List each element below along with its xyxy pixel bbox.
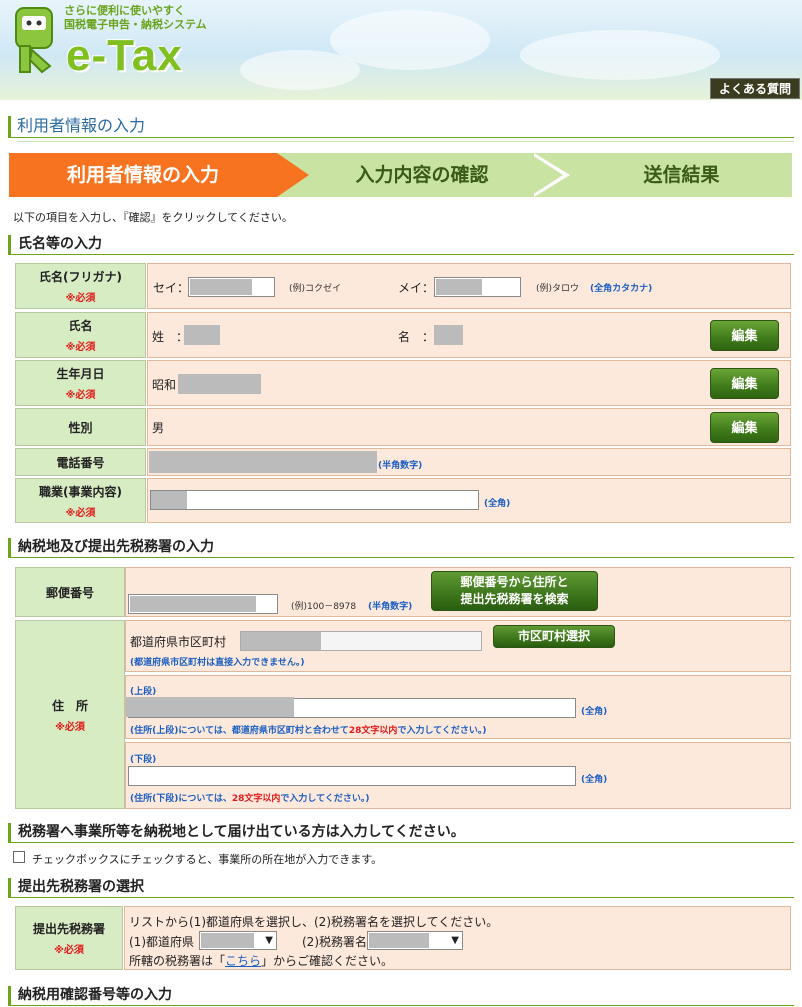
faq-button[interactable]: よくある質問 — [710, 78, 800, 99]
site-header: さらに便利に使いやすく 国税電子申告・納税システム e-Tax よくある質問 — [0, 0, 802, 100]
redacted-given-name — [434, 325, 463, 345]
section-heading-confirm: 納税用確認番号等の入力 — [8, 986, 794, 1006]
edit-name-button[interactable]: 編集 — [710, 320, 779, 351]
instruction-text: 以下の項目を入力し、『確認』をクリックしてください。 — [13, 211, 293, 224]
sei-label: セイ： — [153, 281, 190, 295]
postal-example: (例)100－8978 — [291, 602, 357, 612]
etax-mascot-logo — [15, 7, 53, 74]
label-occupation: 職業(事業内容) ※必須 — [15, 478, 146, 523]
redacted-office-select — [369, 933, 429, 948]
label-address: 住 所 ※必須 — [15, 620, 125, 809]
label-birthdate: 生年月日 ※必須 — [15, 360, 146, 406]
edit-birthdate-button[interactable]: 編集 — [710, 368, 779, 399]
redacted-address-upper — [126, 697, 294, 717]
chevron-down-icon: ▼ — [265, 935, 273, 946]
phone-note: (半角数字) — [378, 461, 423, 471]
section-heading-tax-office: 提出先税務署の選択 — [8, 878, 794, 898]
page-title: 利用者情報の入力 — [8, 116, 794, 142]
etax-logo-text: e-Tax — [66, 31, 183, 80]
address-upper-limit-note: (住所(上段)については、都道府県市区町村と合わせて28文字以内で入力してくださ… — [130, 726, 487, 736]
given-name-label: 名 ： — [398, 330, 435, 344]
gender-value: 男 — [152, 421, 165, 435]
office-checkbox-label: チェックボックスにチェックすると、事業所の所在地が入力できます。 — [32, 853, 383, 866]
label-tax-office: 提出先税務署 ※必須 — [15, 906, 123, 970]
pref-city-label: 都道府県市区町村 — [130, 635, 227, 649]
redacted-postal-code — [130, 596, 256, 612]
address-lower-label: (下段) — [130, 755, 157, 765]
surname-label: 姓 ： — [152, 330, 189, 344]
step-input-current: 利用者情報の入力 — [9, 153, 277, 197]
header-tagline: さらに便利に使いやすく 国税電子申告・納税システム — [64, 4, 207, 31]
jurisdiction-note: 所轄の税務署は「こちら」からご確認ください。 — [129, 954, 394, 968]
pref-city-note: (都道府県市区町村は直接入力できません。) — [130, 658, 305, 668]
chevron-down-icon: ▼ — [451, 935, 459, 946]
section-heading-name: 氏名等の入力 — [8, 235, 794, 255]
label-name: 氏名 ※必須 — [15, 312, 146, 358]
name-row — [147, 312, 791, 358]
redacted-mei — [436, 279, 482, 295]
section-heading-office: 税務署へ事業所等を納税地として届け出ている方は入力してください。 — [8, 823, 794, 843]
redacted-surname — [184, 325, 220, 345]
progress-steps: 入力内容の確認 送信結果 利用者情報の入力 — [9, 153, 792, 197]
office-checkbox[interactable] — [13, 851, 25, 863]
mei-label: メイ： — [398, 281, 435, 295]
city-select-button[interactable]: 市区町村選択 — [493, 625, 615, 648]
label-gender: 性別 — [15, 408, 146, 446]
edit-gender-button[interactable]: 編集 — [710, 412, 779, 443]
office-select-label: (2)税務署名 — [302, 935, 367, 949]
occupation-note: (全角) — [484, 499, 511, 509]
address-lower-input[interactable] — [128, 766, 576, 786]
redacted-pref-city — [241, 632, 321, 650]
birth-era: 昭和 — [152, 378, 177, 392]
tax-office-instruction: リストから(1)都道府県を選択し、(2)税務署名を選択してください。 — [129, 915, 499, 929]
redacted-occupation — [151, 491, 187, 509]
address-upper-label: (上段) — [130, 687, 157, 697]
address-upper-note: (全角) — [581, 707, 608, 717]
step-result: 送信結果 — [547, 153, 792, 197]
step-arrow-1-outline — [283, 153, 313, 197]
kana-note: (全角カタカナ) — [590, 284, 653, 294]
address-lower-note: (全角) — [581, 775, 608, 785]
redacted-phone-inputs[interactable] — [149, 451, 377, 473]
redacted-sei — [190, 279, 252, 295]
pref-select-label: (1)都道府県 — [129, 935, 194, 949]
postal-search-button[interactable]: 郵便番号から住所と 提出先税務署を検索 — [431, 571, 598, 611]
gender-row — [147, 408, 791, 446]
sei-example: (例)コクゼイ — [289, 284, 342, 294]
mei-example: (例)タロウ — [536, 284, 580, 294]
label-phone: 電話番号 — [15, 448, 146, 476]
section-heading-address: 納税地及び提出先税務署の入力 — [8, 538, 794, 558]
step-confirm: 入力内容の確認 — [277, 153, 547, 197]
postal-note: (半角数字) — [368, 602, 413, 612]
occupation-input[interactable] — [150, 490, 479, 510]
step-arrow-2-fill — [529, 153, 563, 197]
redacted-pref-select — [201, 933, 254, 948]
redacted-birthdate — [178, 374, 261, 394]
label-postal-code: 郵便番号 — [15, 567, 125, 617]
label-kana: 氏名(フリガナ) ※必須 — [15, 263, 146, 309]
jurisdiction-link[interactable]: こちら — [225, 954, 261, 968]
address-lower-limit-note: (住所(下段)については、28文字以内で入力してください。) — [130, 794, 370, 804]
